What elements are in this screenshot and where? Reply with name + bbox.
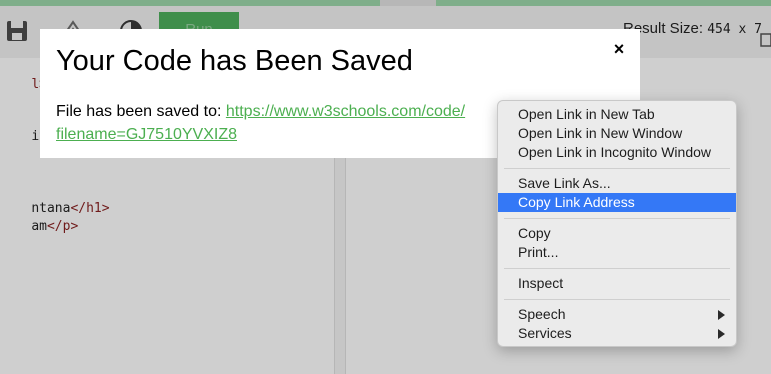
menu-separator	[504, 299, 730, 300]
code-line: ntana</h1>	[31, 201, 110, 216]
menu-item-save-link-as[interactable]: Save Link As...	[498, 174, 736, 193]
result-size-readout: Result Size: 454 x 7	[623, 20, 771, 42]
orientation-icon[interactable]	[758, 33, 771, 47]
dialog-message-prefix: File has been saved to:	[56, 103, 226, 120]
dialog-message: File has been saved to: https://www.w3sc…	[56, 100, 526, 146]
menu-item-speech-label: Speech	[518, 306, 566, 322]
dialog-title: Your Code has Been Saved	[56, 45, 413, 77]
code-line: am</p>	[31, 219, 79, 234]
context-menu: Open Link in New Tab Open Link in New Wi…	[497, 100, 737, 347]
menu-separator	[504, 218, 730, 219]
menu-separator	[504, 268, 730, 269]
result-size-value: 454 x 7	[707, 22, 763, 37]
menu-item-open-new-tab[interactable]: Open Link in New Tab	[498, 105, 736, 124]
menu-item-services[interactable]: Services	[498, 324, 736, 343]
submenu-arrow-icon	[718, 310, 725, 320]
menu-item-open-incognito[interactable]: Open Link in Incognito Window	[498, 143, 736, 162]
menu-item-print[interactable]: Print...	[498, 243, 736, 262]
menu-item-open-new-window[interactable]: Open Link in New Window	[498, 124, 736, 143]
menu-item-speech[interactable]: Speech	[498, 305, 736, 324]
close-icon[interactable]: ×	[608, 38, 630, 60]
submenu-arrow-icon	[718, 329, 725, 339]
menu-item-inspect[interactable]: Inspect	[498, 274, 736, 293]
menu-item-copy-link-address[interactable]: Copy Link Address	[498, 193, 736, 212]
save-icon[interactable]	[4, 18, 30, 44]
menu-separator	[504, 168, 730, 169]
menu-item-copy[interactable]: Copy	[498, 224, 736, 243]
menu-item-services-label: Services	[518, 325, 572, 341]
